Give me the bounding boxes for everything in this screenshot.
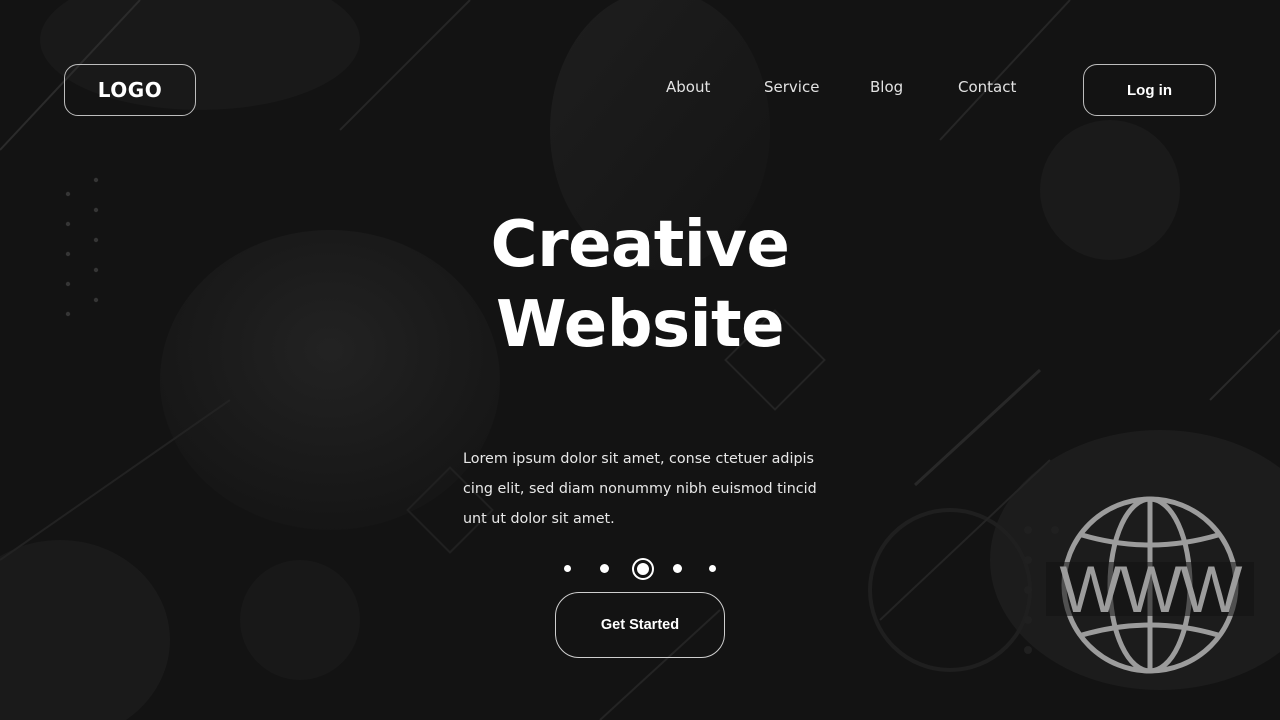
hero-title-line-2: Website [495, 288, 785, 362]
hero-description-line: cing elit, sed diam nonummy nibh euismod… [463, 481, 817, 497]
login-button[interactable]: Log in [1083, 64, 1216, 116]
hero-description-line: unt ut dolor sit amet. [463, 511, 615, 527]
www-text: WWW [1060, 552, 1244, 626]
www-globe-icon: WWW [1046, 496, 1254, 674]
carousel-dot[interactable] [564, 565, 571, 572]
carousel-dot[interactable] [600, 564, 609, 573]
logo-button[interactable]: LOGO [64, 64, 196, 116]
nav-contact-link[interactable]: Contact [958, 78, 1016, 96]
carousel-dot-active[interactable] [634, 560, 652, 578]
nav-service-link[interactable]: Service [764, 78, 819, 96]
carousel-dot[interactable] [673, 564, 682, 573]
hero-title: Creative Website [0, 205, 1280, 365]
nav-blog-link[interactable]: Blog [870, 78, 903, 96]
hero-title-line-1: Creative [490, 208, 790, 282]
get-started-button[interactable]: Get Started [555, 592, 725, 658]
hero-description-line: Lorem ipsum dolor sit amet, conse ctetue… [463, 451, 814, 467]
nav-about-link[interactable]: About [666, 78, 710, 96]
hero-description: Lorem ipsum dolor sit amet, conse ctetue… [463, 444, 843, 534]
carousel-dot[interactable] [709, 565, 716, 572]
